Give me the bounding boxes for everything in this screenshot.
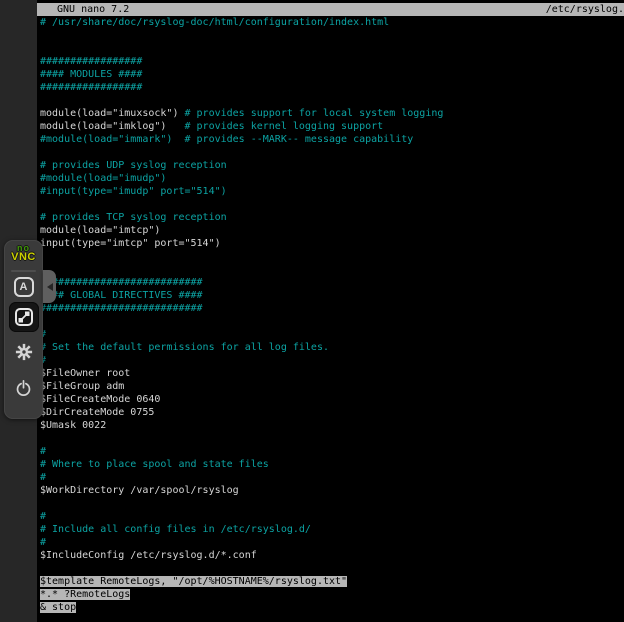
fullscreen-button[interactable] bbox=[9, 302, 39, 332]
terminal-line: #module(load="imudp") bbox=[40, 172, 624, 185]
terminal-line: ################# bbox=[40, 55, 624, 68]
terminal-line: # bbox=[40, 354, 624, 367]
keyboard-button[interactable]: A bbox=[9, 273, 39, 301]
terminal-line bbox=[40, 562, 624, 575]
terminal-line bbox=[40, 29, 624, 42]
gear-icon bbox=[15, 343, 33, 361]
settings-button[interactable] bbox=[9, 338, 39, 366]
terminal-line: #input(type="imudp" port="514") bbox=[40, 185, 624, 198]
novnc-logo: no VNC bbox=[4, 244, 43, 263]
terminal-line: module(load="imtcp") bbox=[40, 224, 624, 237]
nano-version-label: GNU nano 7.2 bbox=[57, 3, 129, 16]
terminal-line: $template RemoteLogs, "/opt/%HOSTNAME%/r… bbox=[40, 575, 624, 588]
file-content: # /usr/share/doc/rsyslog-doc/html/config… bbox=[40, 16, 624, 614]
terminal-line: *.* ?RemoteLogs bbox=[40, 588, 624, 601]
novnc-control-bar: no VNC A bbox=[4, 240, 43, 419]
power-icon bbox=[14, 379, 33, 398]
terminal-line: #### MODULES #### bbox=[40, 68, 624, 81]
terminal-line bbox=[40, 250, 624, 263]
terminal-line: & stop bbox=[40, 601, 624, 614]
terminal-line bbox=[40, 497, 624, 510]
terminal-line: $IncludeConfig /etc/rsyslog.d/*.conf bbox=[40, 549, 624, 562]
terminal-line: # Include all config files in /etc/rsysl… bbox=[40, 523, 624, 536]
terminal-line: # provides TCP syslog reception bbox=[40, 211, 624, 224]
terminal-line bbox=[40, 146, 624, 159]
fullscreen-icon bbox=[14, 307, 34, 327]
terminal-line: # bbox=[40, 471, 624, 484]
terminal-line bbox=[40, 315, 624, 328]
terminal-line: # Where to place spool and state files bbox=[40, 458, 624, 471]
terminal-line: $FileCreateMode 0640 bbox=[40, 393, 624, 406]
terminal-line: # provides UDP syslog reception bbox=[40, 159, 624, 172]
terminal-line: $FileOwner root bbox=[40, 367, 624, 380]
terminal-line bbox=[40, 42, 624, 55]
terminal-line: # /usr/share/doc/rsyslog-doc/html/config… bbox=[40, 16, 624, 29]
terminal-line: $WorkDirectory /var/spool/rsyslog bbox=[40, 484, 624, 497]
terminal-line: module(load="imklog") # provides kernel … bbox=[40, 120, 624, 133]
terminal-line: $Umask 0022 bbox=[40, 419, 624, 432]
terminal-line: ########################### bbox=[40, 276, 624, 289]
terminal-line: # bbox=[40, 445, 624, 458]
nano-filename-label: /etc/rsyslog. bbox=[546, 3, 624, 16]
nano-titlebar: GNU nano 7.2 /etc/rsyslog. bbox=[37, 3, 624, 16]
terminal-line bbox=[40, 94, 624, 107]
terminal-line: # bbox=[40, 510, 624, 523]
a-key-icon: A bbox=[14, 277, 34, 297]
terminal-line: #### GLOBAL DIRECTIVES #### bbox=[40, 289, 624, 302]
terminal-line bbox=[40, 263, 624, 276]
terminal-line bbox=[40, 198, 624, 211]
collapse-arrow-icon bbox=[47, 283, 53, 291]
terminal-line: ########################### bbox=[40, 302, 624, 315]
terminal-line: # bbox=[40, 328, 624, 341]
control-bar-handle[interactable] bbox=[43, 270, 56, 303]
divider bbox=[11, 270, 36, 272]
terminal-line: # bbox=[40, 536, 624, 549]
terminal-line: input(type="imtcp" port="514") bbox=[40, 237, 624, 250]
disconnect-button[interactable] bbox=[9, 374, 39, 402]
terminal-line: #module(load="immark") # provides --MARK… bbox=[40, 133, 624, 146]
terminal-line: $DirCreateMode 0755 bbox=[40, 406, 624, 419]
terminal-line: module(load="imuxsock") # provides suppo… bbox=[40, 107, 624, 120]
terminal-line: # Set the default permissions for all lo… bbox=[40, 341, 624, 354]
terminal-line: $FileGroup adm bbox=[40, 380, 624, 393]
novnc-logo-bottom-text: VNC bbox=[11, 252, 36, 263]
terminal-line bbox=[40, 432, 624, 445]
terminal-line: ################# bbox=[40, 81, 624, 94]
